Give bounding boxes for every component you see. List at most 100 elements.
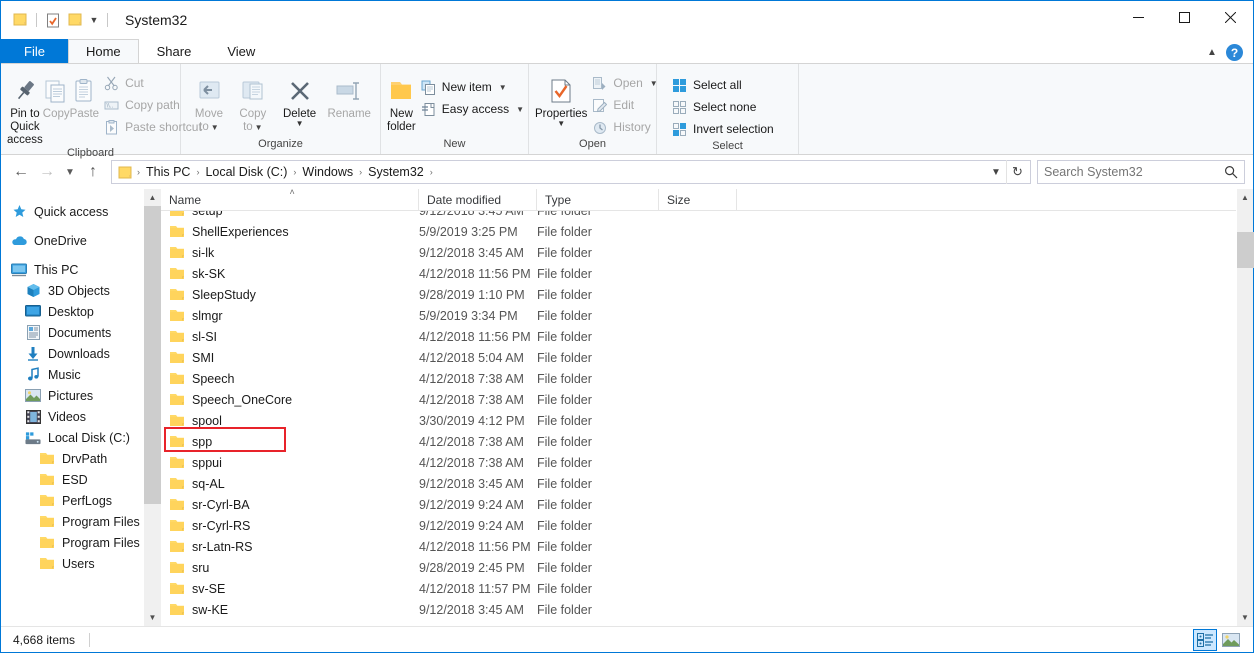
open-button[interactable]: Open ▼	[587, 72, 661, 94]
chevron-down-icon[interactable]: ▼	[986, 167, 1006, 178]
table-row[interactable]: Speech_OneCore4/12/2018 7:38 AMFile fold…	[161, 389, 1236, 410]
tab-view[interactable]: View	[209, 39, 273, 63]
table-row[interactable]: sppui4/12/2018 7:38 AMFile folder	[161, 452, 1236, 473]
search-box[interactable]	[1037, 160, 1245, 184]
column-header-date-modified[interactable]: Date modified	[419, 189, 537, 211]
paste-button[interactable]: Paste	[70, 68, 99, 134]
easy-access-button[interactable]: Easy access ▼	[416, 98, 528, 120]
copy-button[interactable]: Copy	[43, 68, 70, 134]
breadcrumb-item-local-disk[interactable]: Local Disk (C:)	[200, 162, 292, 182]
search-input[interactable]	[1044, 165, 1224, 179]
scroll-down-icon[interactable]: ▼	[1237, 609, 1254, 626]
sidebar-item-documents[interactable]: Documents	[1, 322, 161, 343]
sidebar-item-program-files[interactable]: Program Files (	[1, 532, 161, 553]
new-folder-button[interactable]: New folder	[387, 68, 416, 134]
scroll-track[interactable]	[1237, 206, 1254, 609]
sidebar-scroll-up-icon[interactable]: ▲	[144, 189, 161, 206]
easy-access-dropdown-icon[interactable]: ▼	[516, 105, 524, 114]
delete-button[interactable]: Delete ▼	[275, 68, 325, 134]
breadcrumb[interactable]: › This PC › Local Disk (C:) › Windows › …	[111, 160, 1031, 184]
new-item-dropdown-icon[interactable]: ▼	[499, 83, 507, 92]
scroll-up-icon[interactable]: ▲	[1237, 189, 1254, 206]
sidebar-item-3d-objects[interactable]: 3D Objects	[1, 280, 161, 301]
back-button[interactable]: ←	[9, 160, 33, 184]
sidebar-scroll-down-icon[interactable]: ▼	[144, 609, 161, 626]
tab-share[interactable]: Share	[139, 39, 210, 63]
table-row[interactable]: sk-SK4/12/2018 11:56 PMFile folder	[161, 263, 1236, 284]
table-row[interactable]: si-lk9/12/2018 3:45 AMFile folder	[161, 242, 1236, 263]
sidebar-item-videos[interactable]: Videos	[1, 406, 161, 427]
table-row[interactable]: sv-SE4/12/2018 11:57 PMFile folder	[161, 578, 1236, 599]
table-row[interactable]: slmgr5/9/2019 3:34 PMFile folder	[161, 305, 1236, 326]
table-row[interactable]: sr-Latn-RS4/12/2018 11:56 PMFile folder	[161, 536, 1236, 557]
qa-new-folder-icon[interactable]	[64, 9, 86, 31]
table-row[interactable]: sl-SI4/12/2018 11:56 PMFile folder	[161, 326, 1236, 347]
column-header-name[interactable]: ˄ Name	[161, 189, 419, 211]
sidebar-item-esd[interactable]: ESD	[1, 469, 161, 490]
breadcrumb-item-this-pc[interactable]: This PC	[141, 162, 195, 182]
sidebar-item-desktop[interactable]: Desktop	[1, 301, 161, 322]
table-row[interactable]: Speech4/12/2018 7:38 AMFile folder	[161, 368, 1236, 389]
file-list-scrollbar[interactable]: ▲ ▼	[1236, 189, 1253, 626]
sidebar-item-music[interactable]: Music	[1, 364, 161, 385]
delete-dropdown-icon[interactable]: ▼	[296, 121, 304, 127]
breadcrumb-sep-4[interactable]: ›	[429, 167, 434, 177]
table-row[interactable]: spool3/30/2019 4:12 PMFile folder	[161, 410, 1236, 431]
table-row[interactable]: sr-Cyrl-BA9/12/2019 9:24 AMFile folder	[161, 494, 1236, 515]
sidebar-item-local-disk-c[interactable]: Local Disk (C:)	[1, 427, 161, 448]
table-row[interactable]: sw-KE9/12/2018 3:45 AMFile folder	[161, 599, 1236, 620]
properties-dropdown-icon[interactable]: ▼	[557, 121, 565, 127]
large-icons-view-button[interactable]	[1219, 629, 1243, 651]
table-row[interactable]: sru9/28/2019 2:45 PMFile folder	[161, 557, 1236, 578]
sidebar-item-quick-access[interactable]: Quick access	[1, 201, 161, 222]
sidebar-scroll-thumb[interactable]	[144, 206, 161, 504]
table-row[interactable]: spp4/12/2018 7:38 AMFile folder	[161, 431, 1236, 452]
sidebar-item-this-pc[interactable]: This PC	[1, 259, 161, 280]
tab-home[interactable]: Home	[68, 39, 139, 63]
column-header-size[interactable]: Size	[659, 189, 737, 211]
tab-file[interactable]: File	[1, 39, 68, 63]
copy-to-button[interactable]: Copy to▼	[231, 68, 275, 134]
table-row[interactable]: setup9/12/2018 3:45 AMFile folder	[161, 211, 1236, 221]
chevron-up-icon[interactable]: ▲	[1204, 47, 1220, 58]
up-button[interactable]: ↑	[81, 160, 105, 184]
breadcrumb-item-system32[interactable]: System32	[363, 162, 429, 182]
table-row[interactable]: ShellExperiences5/9/2019 3:25 PMFile fol…	[161, 221, 1236, 242]
sidebar-item-users[interactable]: Users	[1, 553, 161, 574]
table-row[interactable]: sq-AL9/12/2018 3:45 AMFile folder	[161, 473, 1236, 494]
sidebar-item-program-files[interactable]: Program Files	[1, 511, 161, 532]
qa-dropdown-icon[interactable]: ▼	[86, 10, 102, 30]
minimize-button[interactable]	[1115, 1, 1161, 34]
sidebar-item-perflogs[interactable]: PerfLogs	[1, 490, 161, 511]
column-header-type[interactable]: Type	[537, 189, 659, 211]
close-button[interactable]	[1207, 1, 1253, 34]
history-button[interactable]: History	[587, 116, 661, 138]
breadcrumb-item-windows[interactable]: Windows	[297, 162, 358, 182]
properties-button[interactable]: Properties ▼	[535, 68, 587, 134]
qa-folder-icon[interactable]	[9, 9, 31, 31]
new-item-button[interactable]: New item ▼	[416, 76, 528, 98]
sidebar-item-pictures[interactable]: Pictures	[1, 385, 161, 406]
table-row[interactable]: SMI4/12/2018 5:04 AMFile folder	[161, 347, 1236, 368]
sidebar-item-drvpath[interactable]: DrvPath	[1, 448, 161, 469]
sidebar-scrollbar[interactable]: ▲ ▼	[144, 189, 161, 626]
sidebar-item-downloads[interactable]: Downloads	[1, 343, 161, 364]
invert-selection-button[interactable]: Invert selection	[667, 118, 778, 140]
edit-button[interactable]: Edit	[587, 94, 661, 116]
move-to-button[interactable]: Move to▼	[187, 68, 231, 134]
search-icon[interactable]	[1224, 165, 1238, 179]
pin-to-quick-access-button[interactable]: Pin to Quick access	[7, 68, 43, 147]
recent-locations-button[interactable]: ▼	[61, 160, 79, 184]
table-row[interactable]: SleepStudy9/28/2019 1:10 PMFile folder	[161, 284, 1236, 305]
refresh-icon[interactable]: ↻	[1006, 160, 1028, 184]
select-all-button[interactable]: Select all	[667, 74, 778, 96]
forward-button[interactable]: →	[35, 160, 59, 184]
help-icon[interactable]: ?	[1226, 44, 1243, 61]
maximize-button[interactable]	[1161, 1, 1207, 34]
scroll-thumb[interactable]	[1237, 232, 1254, 268]
rename-button[interactable]: Rename	[324, 68, 374, 134]
details-view-button[interactable]	[1193, 629, 1217, 651]
table-row[interactable]: sr-Cyrl-RS9/12/2019 9:24 AMFile folder	[161, 515, 1236, 536]
qa-properties-icon[interactable]	[42, 9, 64, 31]
select-none-button[interactable]: Select none	[667, 96, 778, 118]
